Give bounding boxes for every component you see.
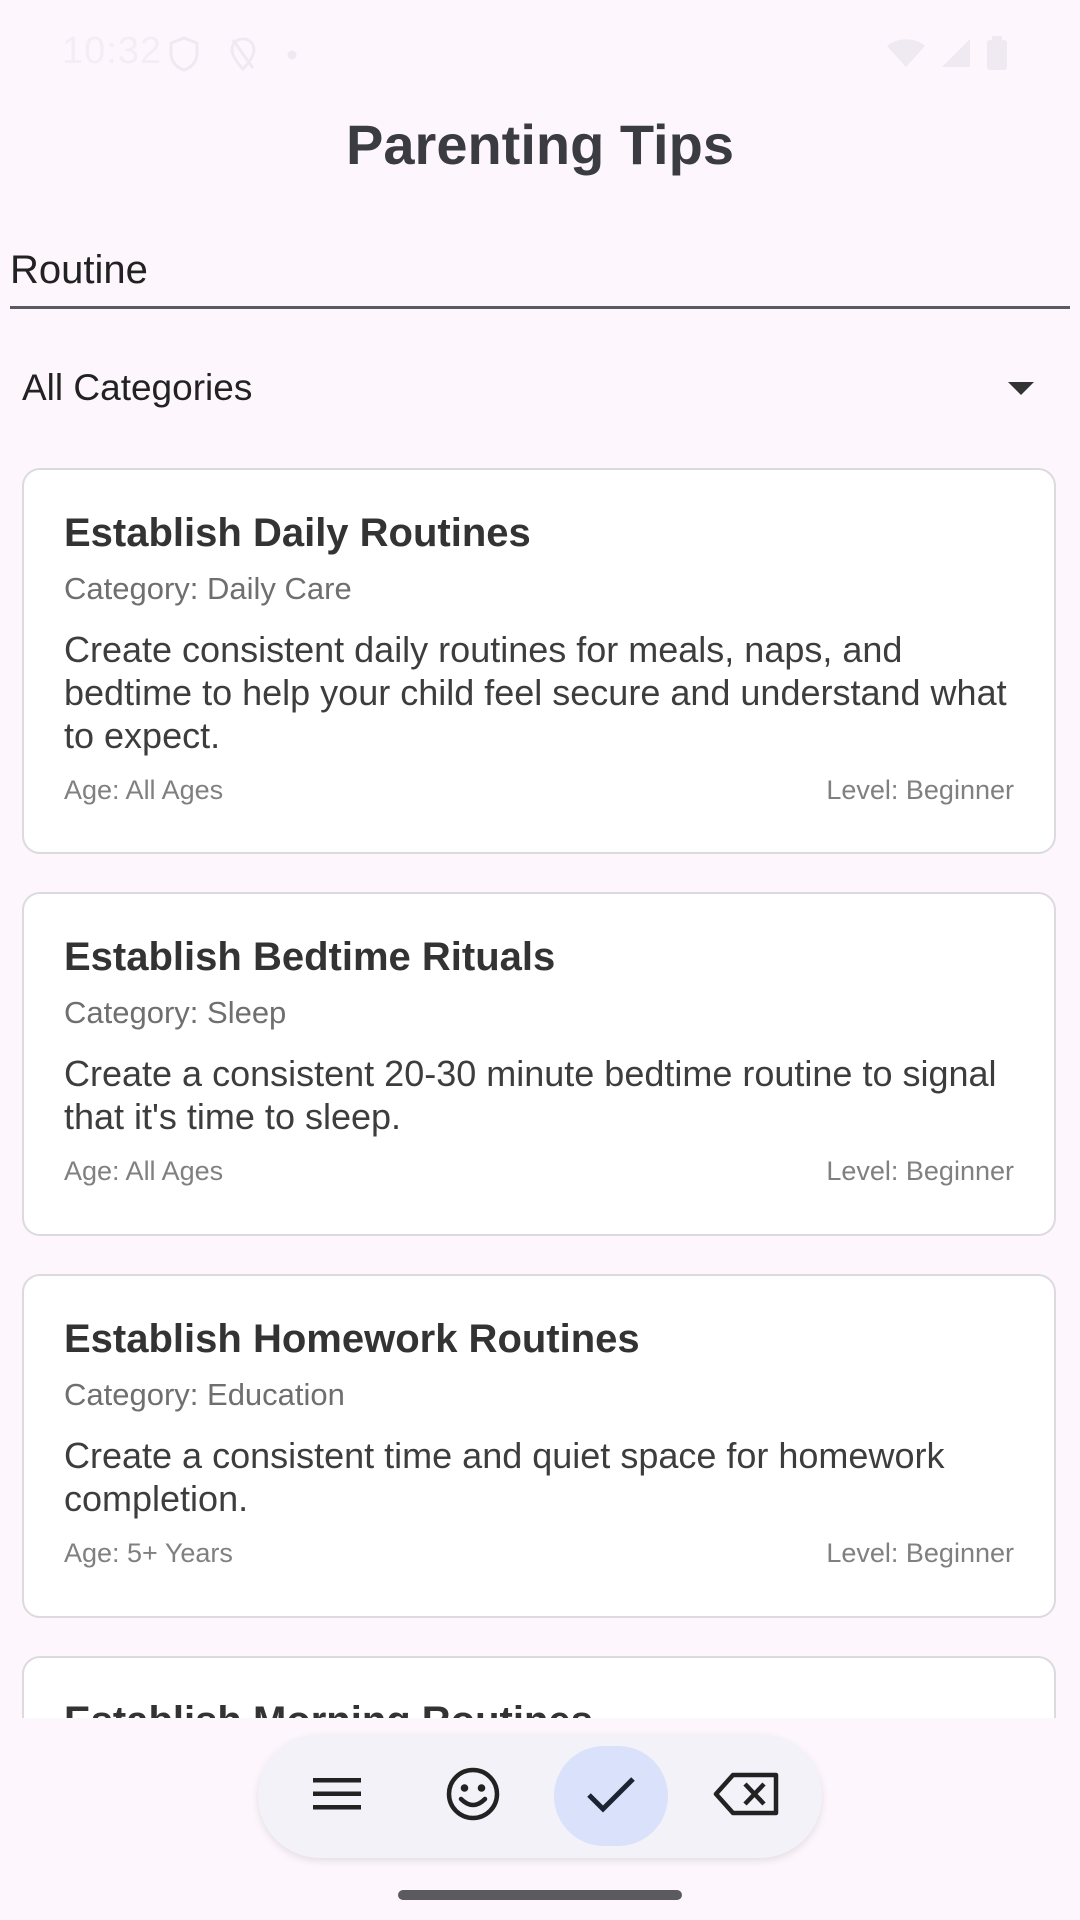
tip-category: Category: Daily Care (64, 571, 352, 606)
cellular-signal-icon (940, 37, 972, 74)
battery-icon (986, 36, 1008, 75)
page-title: Parenting Tips (346, 113, 734, 176)
tip-age: Age: All Ages (64, 1156, 224, 1186)
tip-category: Category: Sleep (64, 995, 287, 1030)
emoji-icon (445, 1766, 501, 1827)
menu-button[interactable] (280, 1746, 394, 1846)
confirm-button[interactable] (554, 1746, 668, 1846)
category-dropdown-label: All Categories (22, 367, 253, 408)
tip-level: Level: Beginner (826, 1538, 1014, 1568)
tip-card[interactable]: Establish Homework Routines Category: Ed… (22, 1274, 1056, 1618)
tip-title: Establish Daily Routines (64, 511, 531, 555)
tip-card[interactable]: Establish Morning Routines (22, 1656, 1056, 1718)
category-dropdown[interactable]: All Categories (22, 358, 1042, 418)
bottom-toolbar (258, 1734, 822, 1858)
dot-icon (286, 48, 298, 66)
tip-category: Category: Education (64, 1377, 345, 1412)
backspace-button[interactable] (690, 1746, 804, 1846)
tip-card[interactable]: Establish Daily Routines Category: Daily… (22, 468, 1056, 854)
search-input[interactable] (10, 240, 1070, 300)
tip-level: Level: Beginner (826, 775, 1014, 805)
wifi-icon (886, 37, 926, 74)
tip-description: Create consistent daily routines for mea… (64, 629, 1007, 756)
tip-card[interactable]: Establish Bedtime Rituals Category: Slee… (22, 892, 1056, 1236)
status-bar: 10:32 (0, 0, 1080, 110)
backspace-icon (713, 1772, 781, 1821)
location-off-icon (230, 37, 256, 76)
emoji-button[interactable] (416, 1746, 530, 1846)
status-time: 10:32 (62, 30, 163, 72)
tip-title: Establish Morning Routines (64, 1696, 1014, 1718)
check-icon (585, 1774, 637, 1819)
shield-icon (168, 36, 200, 77)
home-indicator[interactable] (398, 1890, 682, 1900)
dropdown-arrow-icon (1008, 381, 1034, 395)
tip-age: Age: All Ages (64, 775, 224, 805)
search-field[interactable] (10, 240, 1070, 309)
menu-icon (311, 1776, 363, 1817)
tip-description: Create a consistent time and quiet space… (64, 1435, 945, 1519)
tip-age: Age: 5+ Years (64, 1538, 233, 1568)
tip-title: Establish Homework Routines (64, 1317, 640, 1361)
tip-description: Create a consistent 20-30 minute bedtime… (64, 1053, 997, 1137)
tip-title: Establish Bedtime Rituals (64, 935, 556, 979)
tip-level: Level: Beginner (826, 1156, 1014, 1186)
